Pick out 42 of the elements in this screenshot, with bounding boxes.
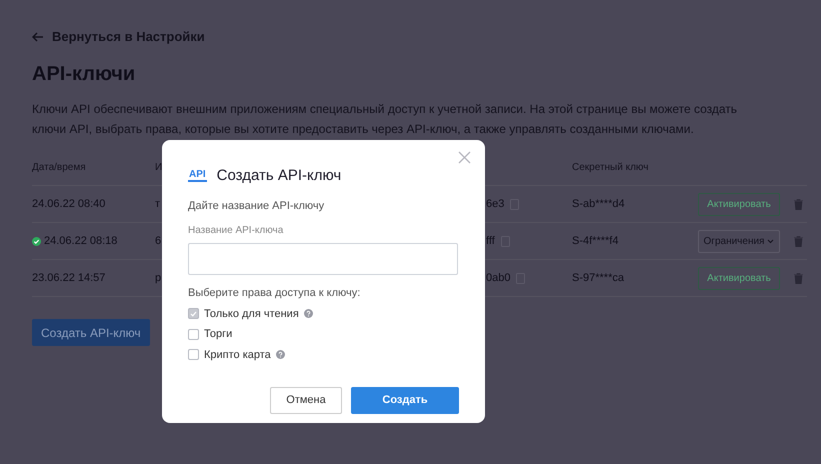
api-logo: API xyxy=(188,170,207,182)
date-cell-text: 23.06.22 14:57 xyxy=(32,270,106,286)
secret-key-cell: S-97****ca xyxy=(572,272,624,284)
activate-button[interactable]: Активировать xyxy=(698,266,780,290)
date-cell-text: 24.06.22 08:40 xyxy=(32,196,106,212)
key-cell-text: 6e3 xyxy=(486,196,504,212)
column-header: И xyxy=(155,162,162,172)
checkbox-label: Только для чтения xyxy=(204,306,299,322)
key-cell-text: fff xyxy=(486,234,495,249)
arrow-left-icon xyxy=(32,31,44,43)
subtitle-text: Дайте название API-ключу xyxy=(188,198,326,214)
trash-icon[interactable] xyxy=(794,272,803,284)
permissions-label: Выберите права доступа к ключу: xyxy=(188,286,362,301)
create-api-key-button[interactable]: Создать API-ключ xyxy=(32,319,150,346)
checkbox-label: Торги xyxy=(204,327,232,342)
checkbox[interactable] xyxy=(188,328,199,340)
check-icon xyxy=(190,310,197,317)
caret-icon xyxy=(767,238,774,244)
checkbox[interactable] xyxy=(188,349,199,360)
description-text: Ключи API обеспечивают внешним приложениям специальный доступ к учетной записи. На этой странице вы можете создать ключи API, выбрать права, которые вы хотите предоставить через API-ключ, а также управлять созданными ключами. xyxy=(32,101,738,138)
page-title: API-ключи xyxy=(32,62,136,87)
date-cell-text: 24.06.22 08:18 xyxy=(44,234,118,249)
key-cell-text: 0ab0 xyxy=(486,270,510,286)
name-cell: р xyxy=(155,272,162,284)
column-header: Секретный ключ xyxy=(572,162,648,172)
name-cell: т xyxy=(155,198,160,210)
trash-icon[interactable] xyxy=(794,198,803,210)
name-cell: 6 xyxy=(155,234,162,247)
cancel-button[interactable]: Отмена xyxy=(270,387,342,414)
field-label: Название API-ключа xyxy=(188,224,284,238)
create-button[interactable]: Создать xyxy=(351,387,459,414)
trash-icon[interactable] xyxy=(794,236,803,246)
help-icon[interactable] xyxy=(276,350,285,360)
activate-button[interactable]: Активировать xyxy=(698,192,780,216)
restrictions-dropdown[interactable]: Ограничения xyxy=(698,230,780,252)
secret-key-cell: S-4f****f4 xyxy=(572,234,618,247)
secret-key-cell: S-ab****d4 xyxy=(572,198,625,210)
checkbox-label: Крипто карта xyxy=(204,348,271,362)
api-key-name-field[interactable] xyxy=(188,243,458,275)
modal-title: Создать API-ключ xyxy=(216,166,342,186)
column-header: Дата/время xyxy=(32,162,86,172)
close-icon[interactable] xyxy=(458,151,471,164)
